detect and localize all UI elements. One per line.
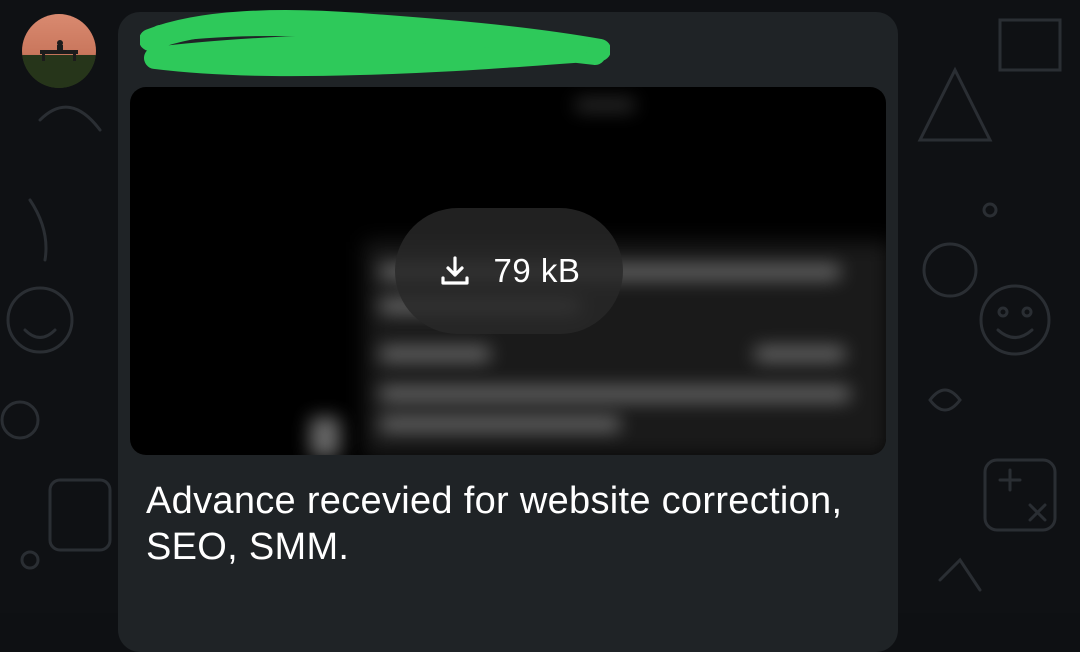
sender-avatar[interactable] — [22, 14, 96, 88]
message-caption: Advance recevied for website correction,… — [146, 480, 843, 568]
blurred-text-line — [310, 417, 340, 455]
bench-silhouette-icon — [22, 40, 96, 88]
blurred-text-line — [380, 347, 490, 361]
blurred-text-line — [755, 347, 845, 361]
blurred-text-line — [575, 99, 635, 111]
blurred-text-line — [380, 417, 620, 431]
blurred-text-line — [380, 387, 850, 401]
download-button[interactable]: 79 kB — [395, 208, 623, 334]
file-size-label: 79 kB — [493, 252, 581, 289]
redacted-sender-name — [140, 10, 610, 77]
download-icon — [440, 256, 469, 285]
